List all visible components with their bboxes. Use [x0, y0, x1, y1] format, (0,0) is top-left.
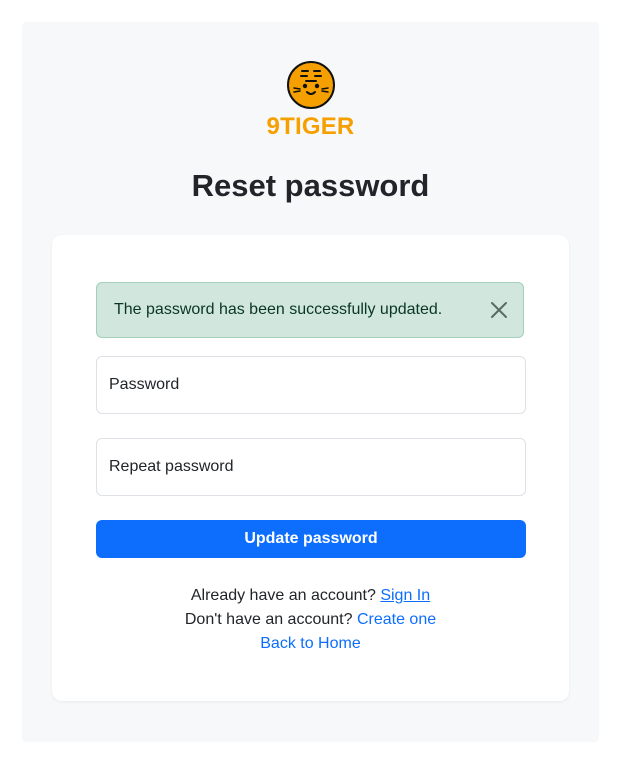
signin-link[interactable]: Sign In	[380, 587, 430, 604]
password-field	[96, 356, 526, 414]
signup-row: Don't have an account? Create one	[52, 608, 569, 632]
page-title: Reset password	[191, 168, 430, 203]
password-input[interactable]	[97, 357, 525, 413]
update-password-button[interactable]: Update password	[96, 520, 526, 558]
signin-row: Already have an account? Sign In	[52, 584, 569, 608]
page-panel: 9TIGER Reset password The password has b…	[22, 22, 599, 742]
alert-message: The password has been successfully updat…	[114, 301, 443, 318]
back-to-home-link[interactable]: Back to Home	[260, 635, 360, 652]
repeat-password-field	[96, 438, 526, 496]
brand-name: 9TIGER	[266, 113, 355, 140]
brand-logo[interactable]: 9TIGER	[22, 60, 599, 141]
repeat-password-input[interactable]	[97, 439, 525, 495]
close-icon[interactable]	[489, 300, 509, 320]
home-row: Back to Home	[52, 632, 569, 656]
create-account-link[interactable]: Create one	[357, 611, 436, 628]
success-alert: The password has been successfully updat…	[96, 282, 524, 338]
tiger-face-icon	[286, 61, 335, 109]
reset-password-card: The password has been successfully updat…	[52, 235, 569, 701]
signup-prompt: Don't have an account?	[184, 611, 353, 628]
footer-links: Already have an account? Sign In Don't h…	[52, 584, 569, 656]
signin-prompt: Already have an account?	[190, 587, 376, 604]
